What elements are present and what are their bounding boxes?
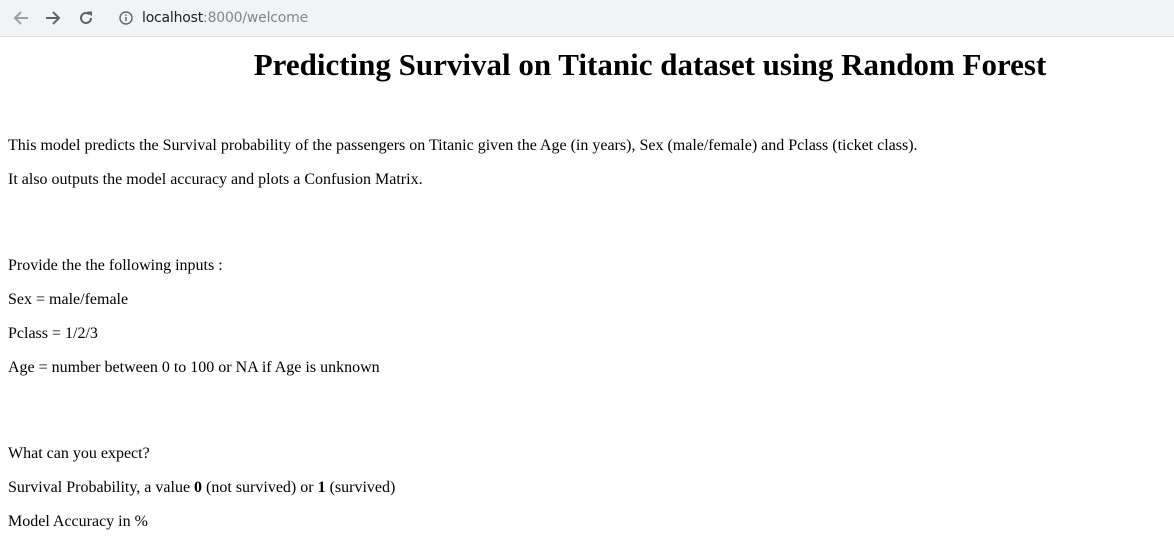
url-text[interactable]: localhost:8000/welcome (142, 10, 308, 26)
survival-suffix: (survived) (325, 479, 396, 496)
url-path: :8000/welcome (203, 10, 308, 26)
value-zero: 0 (194, 479, 203, 496)
survival-mid: (not survived) or (202, 479, 318, 496)
reload-button[interactable] (74, 6, 98, 30)
page-title: Predicting Survival on Titanic dataset u… (253, 47, 1047, 82)
url-host: localhost (142, 10, 204, 26)
forward-button[interactable] (41, 6, 65, 30)
arrow-left-icon (13, 11, 28, 25)
browser-toolbar: localhost:8000/welcome (0, 0, 1174, 37)
address-bar[interactable]: localhost:8000/welcome (110, 4, 1160, 32)
info-icon[interactable] (118, 10, 134, 26)
arrow-right-icon (46, 11, 61, 25)
model-accuracy-text: Model Accuracy in % (8, 513, 148, 530)
input-pclass-text: Pclass = 1/2/3 (8, 325, 98, 342)
value-one: 1 (317, 479, 326, 496)
input-age-text: Age = number between 0 to 100 or NA if A… (8, 359, 380, 376)
intro-paragraph: This model predicts the Survival probabi… (8, 137, 918, 154)
intro-paragraph-2: It also outputs the model accuracy and p… (8, 171, 423, 188)
input-sex-text: Sex = male/female (8, 291, 129, 308)
survival-probability-text: Survival Probability, a value 0 (not sur… (8, 478, 395, 498)
survival-prefix: Survival Probability, a value (8, 479, 195, 496)
back-button[interactable] (9, 6, 33, 30)
inputs-heading: Provide the the following inputs : (8, 257, 223, 274)
reload-icon (80, 11, 92, 24)
expect-heading: What can you expect? (8, 445, 150, 462)
